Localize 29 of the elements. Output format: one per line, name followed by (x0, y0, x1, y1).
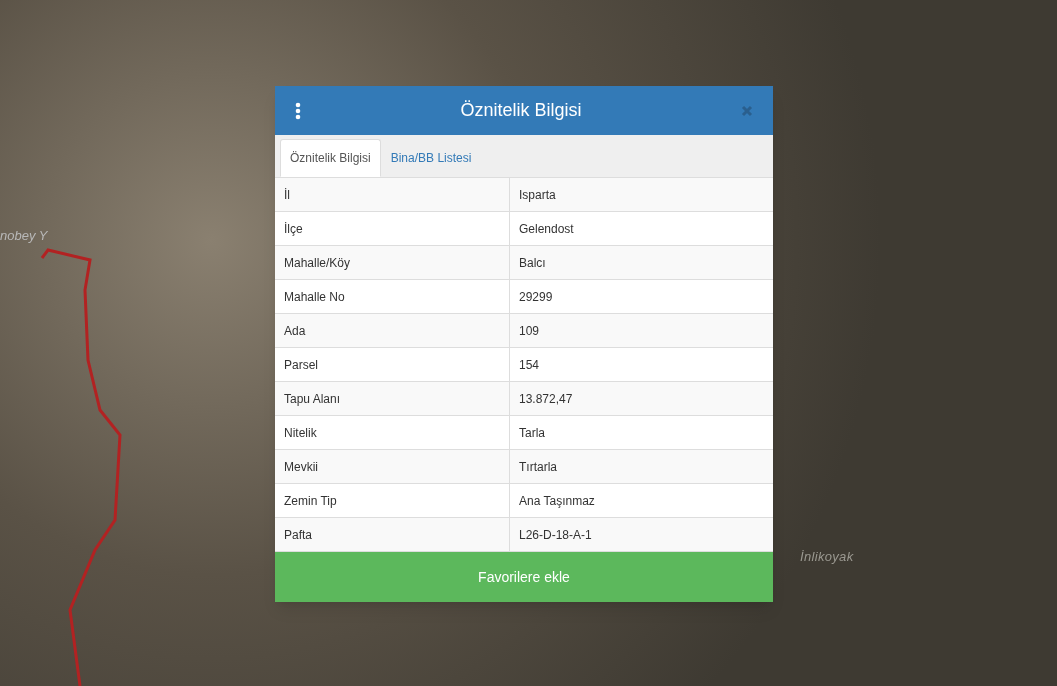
attribute-name: Ada (275, 314, 510, 347)
attribute-value: Ana Taşınmaz (518, 492, 596, 510)
attribute-name: Mevkii (275, 450, 510, 483)
attribute-value: Isparta (518, 186, 557, 204)
attribute-value: L26-D-18-A-1 (518, 526, 593, 544)
attribute-value: Tırtarla (518, 458, 558, 476)
dialog-title: Öznitelik Bilgisi (459, 99, 583, 122)
place-label: nobey Y (0, 227, 48, 245)
attribute-name: Nitelik (275, 416, 510, 449)
add-favorites-button[interactable]: Favorilere ekle (275, 552, 773, 602)
attribute-name: Zemin Tip (275, 484, 510, 517)
attribute-name: İlçe (275, 212, 510, 245)
attribute-value: Gelendost (518, 220, 575, 238)
attribute-name: Pafta (275, 518, 510, 551)
attribute-value: 109 (518, 322, 541, 340)
place-label: İnlikoyak (800, 548, 854, 566)
attribute-value: 29299 (518, 288, 554, 306)
attribute-name: Parsel (275, 348, 510, 381)
attribute-value: 154 (518, 356, 541, 374)
menu-icon[interactable] (295, 101, 301, 120)
attribute-name: Mahalle/Köy (275, 246, 510, 279)
tab[interactable]: Bina/BB Listesi (380, 139, 482, 177)
attribute-name: Tapu Alanı (275, 382, 510, 415)
attribute-value: 13.872,47 (518, 390, 574, 408)
tab[interactable]: Öznitelik Bilgisi (280, 139, 381, 177)
attribute-name: İl (275, 178, 510, 211)
attribute-value: Balcı (518, 254, 547, 272)
attribute-value: Tarla (518, 424, 546, 442)
attribute-name: Mahalle No (275, 280, 510, 313)
